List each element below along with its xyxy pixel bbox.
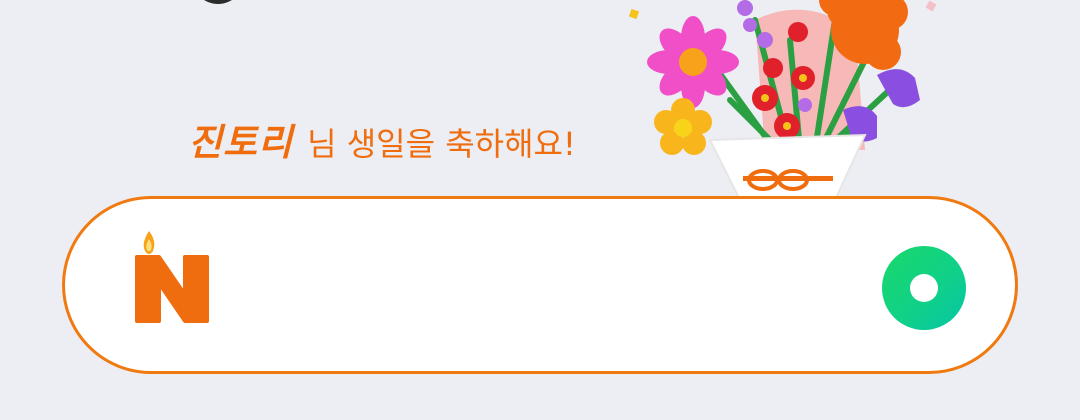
birthday-greeting: 진토리 님 생일을 축하해요! [188, 112, 576, 164]
avatar[interactable] [192, 0, 244, 4]
user-name: 진토리 [188, 121, 294, 164]
green-circle-icon [910, 274, 938, 302]
search-bar[interactable] [62, 196, 1018, 374]
green-circle-button[interactable] [882, 246, 966, 330]
flower-bouquet-icon [615, 0, 955, 201]
naver-birthday-logo-icon[interactable] [135, 227, 211, 325]
greeting-message: 님 생일을 축하해요! [307, 125, 576, 163]
search-input[interactable] [235, 239, 879, 333]
